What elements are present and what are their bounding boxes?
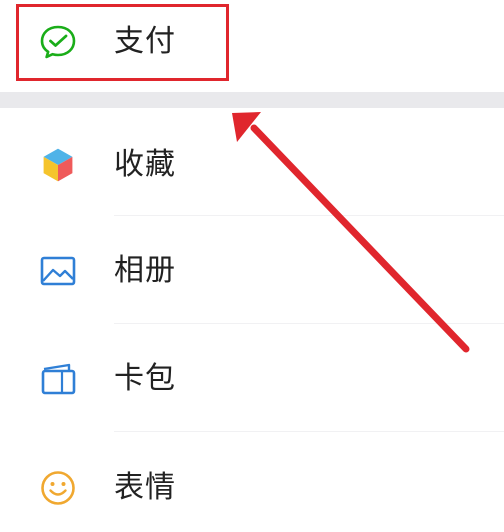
menu-item-album[interactable]: 相册 — [0, 216, 504, 324]
card-wallet-icon — [38, 359, 78, 399]
menu-item-label-stickers: 表情 — [114, 470, 176, 505]
album-picture-icon — [38, 251, 78, 291]
menu-item-stickers[interactable]: 表情 — [0, 432, 504, 532]
menu-item-label-card-wallet: 卡包 — [114, 361, 176, 396]
menu-item-card-wallet[interactable]: 卡包 — [0, 324, 504, 432]
menu-item-label-album: 相册 — [114, 253, 176, 288]
highlight-box — [16, 4, 229, 81]
menu-item-favorites[interactable]: 收藏 — [0, 108, 504, 216]
favorites-cube-icon — [38, 145, 78, 185]
section-separator — [0, 92, 504, 108]
sticker-smile-icon — [38, 468, 78, 508]
menu-item-label-favorites: 收藏 — [114, 147, 176, 182]
